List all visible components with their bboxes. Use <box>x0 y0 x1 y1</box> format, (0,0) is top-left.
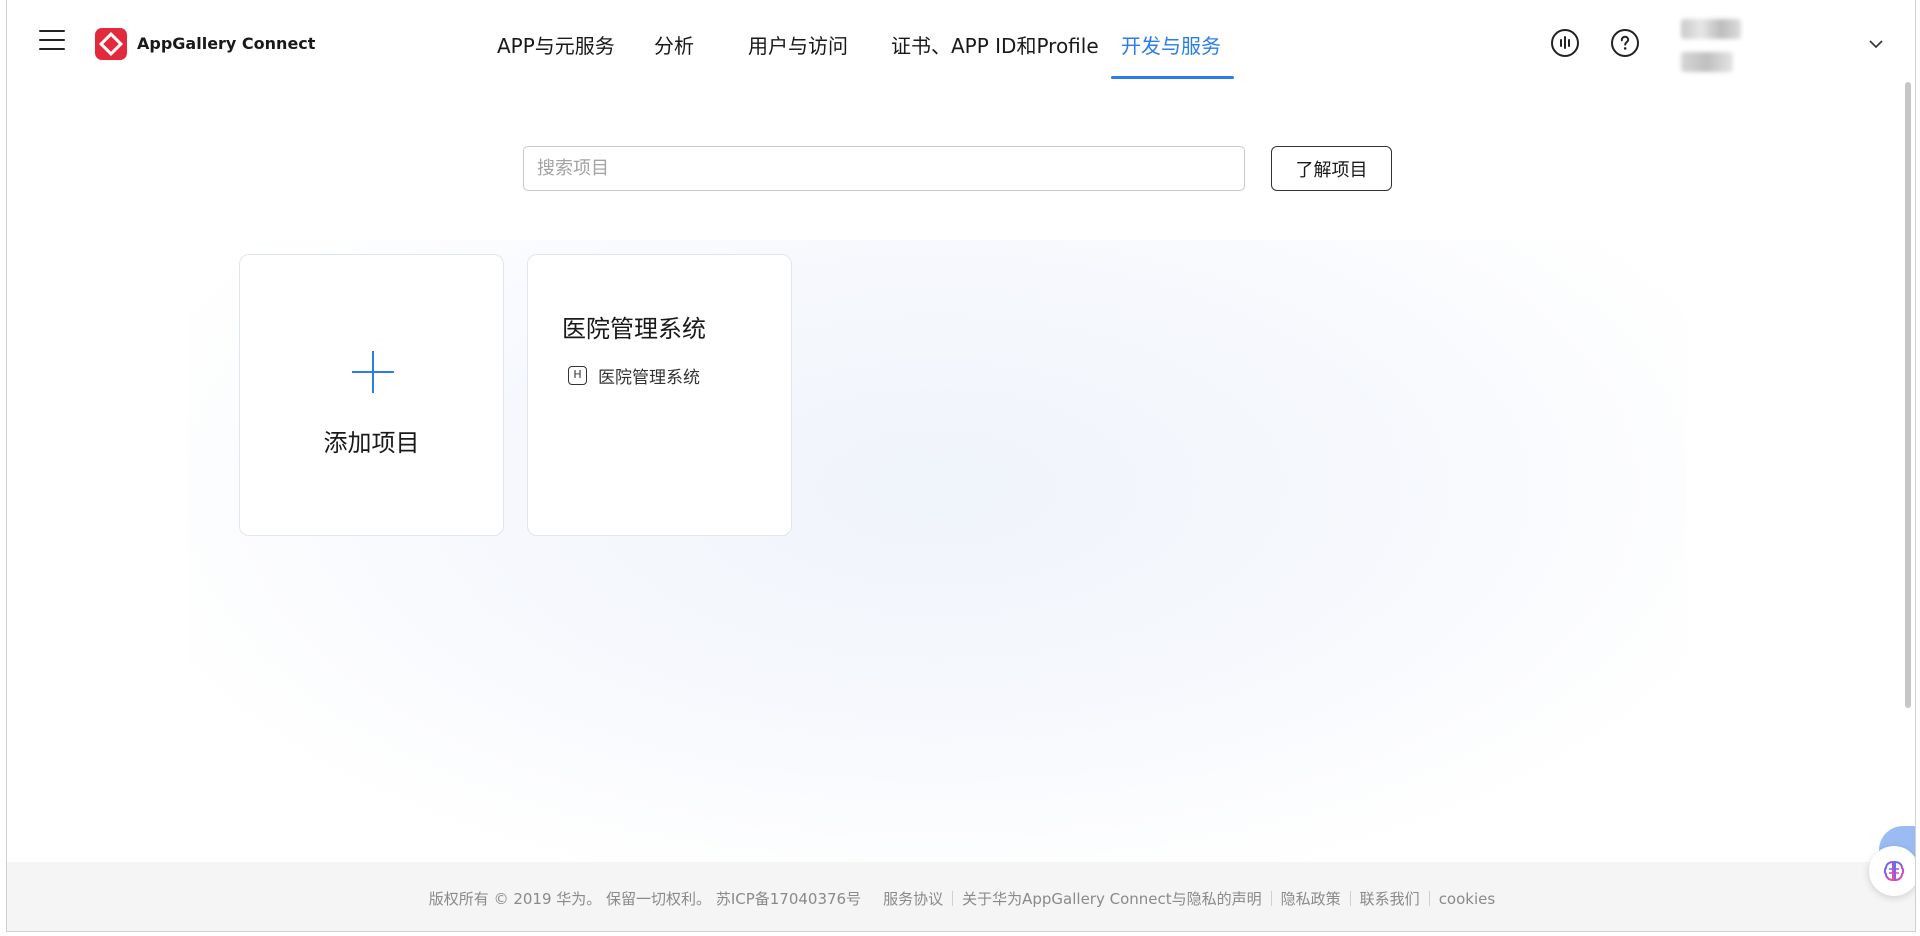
harmony-app-icon: H <box>568 366 587 385</box>
chevron-down-icon[interactable] <box>1869 36 1883 50</box>
add-project-label: 添加项目 <box>323 429 420 457</box>
footer-copyright: 版权所有 © 2019 华为。 保留一切权利。 苏ICP备17040376号 <box>428 890 862 908</box>
page-footer: 版权所有 © 2019 华为。 保留一切权利。 苏ICP备17040376号 服务… <box>7 862 1915 931</box>
nav-item-certificates[interactable]: 证书、APP ID和Profile <box>891 30 1099 59</box>
user-account-blurred[interactable] <box>1681 52 1733 72</box>
appgallery-logo-icon[interactable] <box>95 28 127 60</box>
top-header: AppGallery Connect APP与元服务 分析 用户与访问 证书、A… <box>7 0 1915 80</box>
project-app-row: H 医院管理系统 <box>568 363 700 388</box>
project-card[interactable]: 医院管理系统 H 医院管理系统 <box>527 254 792 536</box>
nav-item-analytics[interactable]: 分析 <box>654 30 694 59</box>
project-title: 医院管理系统 <box>562 315 706 343</box>
active-tab-underline <box>1111 76 1234 79</box>
page-scrollbar[interactable] <box>1905 82 1911 708</box>
plus-icon <box>352 351 394 393</box>
nav-item-develop-services[interactable]: 开发与服务 <box>1121 30 1221 59</box>
voice-wave-icon[interactable] <box>1551 29 1579 57</box>
project-app-name: 医院管理系统 <box>598 368 700 388</box>
help-icon[interactable] <box>1611 29 1639 57</box>
footer-link-privacy-policy[interactable]: 隐私政策 <box>1281 890 1341 908</box>
nav-item-users-access[interactable]: 用户与访问 <box>748 30 848 59</box>
learn-project-button[interactable]: 了解项目 <box>1271 146 1392 191</box>
footer-link-cookies[interactable]: cookies <box>1439 890 1496 908</box>
browser-frame: AppGallery Connect APP与元服务 分析 用户与访问 证书、A… <box>6 0 1916 932</box>
search-field[interactable] <box>523 146 1245 191</box>
footer-link-privacy-statement[interactable]: 关于华为AppGallery Connect与隐私的声明 <box>962 890 1262 908</box>
nav-item-app-services[interactable]: APP与元服务 <box>497 30 615 59</box>
hamburger-menu-icon[interactable] <box>39 30 65 52</box>
ai-assistant-button[interactable] <box>1869 826 1915 896</box>
footer-link-service-agreement[interactable]: 服务协议 <box>883 890 943 908</box>
add-project-card[interactable]: 添加项目 <box>239 254 504 536</box>
app-title[interactable]: AppGallery Connect <box>137 34 315 53</box>
footer-link-contact-us[interactable]: 联系我们 <box>1360 890 1420 908</box>
ai-brain-icon <box>1883 860 1905 882</box>
user-name-blurred[interactable] <box>1681 19 1741 39</box>
search-input[interactable] <box>524 147 1244 190</box>
